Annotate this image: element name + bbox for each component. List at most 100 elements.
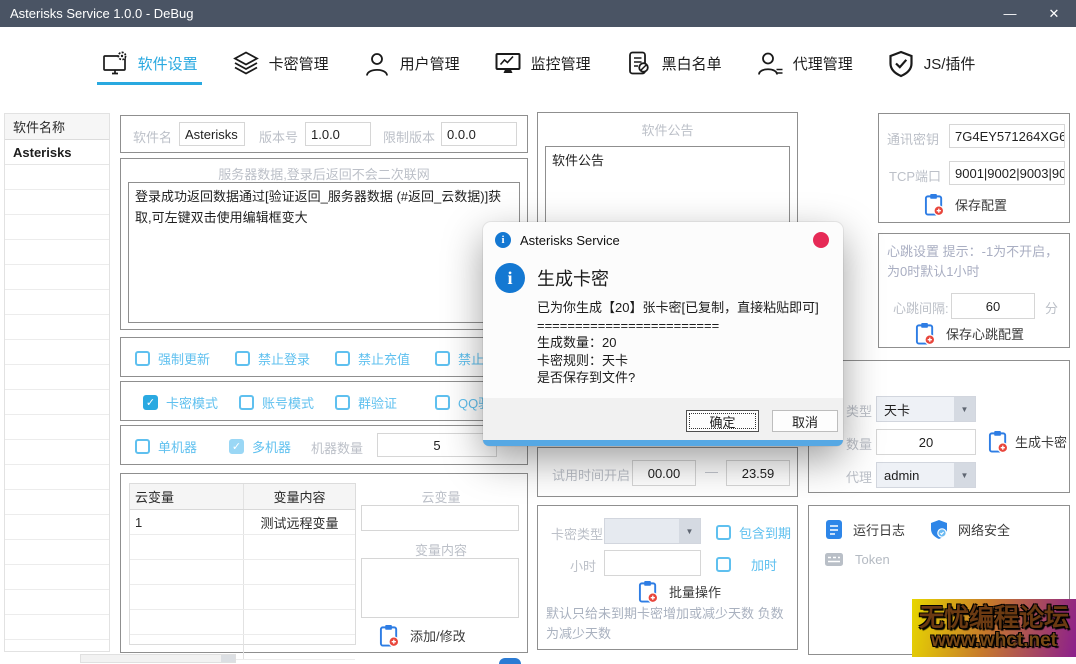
checkbox-forbid-login[interactable]: 禁止登录 [235, 349, 310, 368]
tab-software-settings[interactable]: 软件设置 [99, 34, 200, 94]
add-modify-button[interactable]: 添加/修改 [379, 624, 466, 647]
software-name-input[interactable]: Asterisks [179, 122, 245, 146]
checkbox-single-machine[interactable]: 单机器 [135, 437, 197, 456]
close-button[interactable]: ✕ [1032, 0, 1076, 27]
checkbox-label: 包含到期 [739, 523, 791, 542]
checkbox-box [716, 557, 731, 572]
tab-label: 监控管理 [531, 53, 591, 74]
table-empty-row [130, 560, 355, 585]
generate-agent-value: admin [884, 468, 919, 483]
checkbox-forbid-recharge[interactable]: 禁止充值 [335, 349, 410, 368]
generate-agent-select[interactable]: admin [876, 462, 976, 488]
tab-agent-management[interactable]: 代理管理 [754, 34, 855, 94]
checkbox-force-update[interactable]: 强制更新 [135, 349, 210, 368]
tab-label: JS/插件 [924, 53, 976, 74]
forum-watermark: 无忧编程论坛 www.whct.net [912, 599, 1076, 657]
software-list-header: 软件名称 [5, 114, 109, 140]
dialog-line: 已为你生成【20】张卡密[已复制，直接粘贴即可] [537, 299, 819, 317]
server-data-textarea[interactable]: 登录成功返回数据通过[验证返回_服务器数据 (#返回_云数据)]获取,可左键双击… [128, 182, 520, 323]
table-empty-row [130, 535, 355, 560]
checkbox-label: 禁止充值 [358, 349, 410, 368]
shield-check-icon [887, 50, 915, 78]
checkbox-box [135, 439, 150, 454]
server-data-panel: 服务器数据,登录后返回不会二次联网 登录成功返回数据通过[验证返回_服务器数据 … [120, 158, 528, 330]
scrollbar-thumb[interactable] [221, 655, 235, 662]
network-security-button[interactable]: 网络安全 [929, 519, 1010, 540]
chevron-down-icon [679, 519, 700, 543]
horizontal-scrollbar[interactable] [80, 654, 236, 663]
info-icon-large: i [495, 263, 525, 293]
checkbox-label: 账号模式 [262, 393, 314, 412]
checkbox-account-mode[interactable]: 账号模式 [239, 393, 314, 412]
document-icon [824, 519, 844, 540]
hour-input[interactable] [604, 550, 701, 576]
heartbeat-interval-input[interactable]: 60 [951, 293, 1035, 319]
checkbox-add-time[interactable]: 加时 [716, 555, 777, 574]
dialog-heading: 生成卡密 [537, 265, 609, 291]
comm-key-input[interactable]: 7G4EY571264XG6F [949, 124, 1065, 148]
cloud-var-content-textarea[interactable] [361, 558, 519, 618]
chevron-down-icon [954, 463, 975, 487]
batch-operation-button[interactable]: 批量操作 [638, 580, 721, 603]
checkbox-box [235, 351, 250, 366]
version-input[interactable]: 1.0.0 [305, 122, 371, 146]
column-header: 变量内容 [244, 484, 355, 509]
red-dot-icon[interactable] [813, 232, 829, 248]
network-security-label: 网络安全 [958, 520, 1010, 539]
dialog-line: 是否保存到文件? [537, 369, 819, 387]
checkbox-group-verify[interactable]: 群验证 [335, 393, 397, 412]
clipboard-add-icon [988, 430, 1009, 453]
dialog-cancel-button[interactable]: 取消 [772, 410, 838, 432]
trial-start-input[interactable]: 00.00 [632, 460, 696, 486]
software-list-empty-rows [5, 165, 109, 651]
tab-label: 代理管理 [793, 53, 853, 74]
info-icon: i [495, 232, 511, 248]
table-empty-row [130, 585, 355, 610]
dialog-line: ======================== [537, 317, 819, 335]
machine-count-input[interactable]: 5 [377, 433, 497, 457]
trial-end-input[interactable]: 23.59 [726, 460, 790, 486]
monitor-chart-icon [494, 50, 522, 78]
save-config-button[interactable]: 保存配置 [924, 193, 1007, 216]
tab-blacklist-whitelist[interactable]: 黑白名单 [623, 34, 724, 94]
table-row[interactable]: 1 测试远程变量 [130, 510, 355, 535]
generate-keys-button[interactable]: 生成卡密 [988, 430, 1067, 453]
dialog-footer: 确定 取消 [483, 398, 843, 440]
run-log-button[interactable]: 运行日志 [824, 519, 905, 540]
dialog-bottom-strip [483, 440, 843, 446]
tab-monitor-management[interactable]: 监控管理 [492, 34, 593, 94]
layers-icon [232, 50, 260, 78]
checkbox-include-expired[interactable]: 包含到期 [716, 523, 791, 542]
checkbox-card-key-mode[interactable]: 卡密模式 [143, 393, 218, 412]
app-window: Asterisks Service 1.0.0 - DeBug — ✕ 软件设置 [0, 0, 1076, 664]
generate-agent-label: 代理 [846, 467, 872, 486]
cloud-var-name-input[interactable] [361, 505, 519, 531]
cloud-var-form-label: 云变量 [361, 487, 521, 506]
trial-time-label: 试用时间开启 [552, 465, 630, 484]
tab-js-plugin[interactable]: JS/插件 [885, 34, 978, 94]
batch-operation-label: 批量操作 [669, 582, 721, 601]
window-title: Asterisks Service 1.0.0 - DeBug [10, 6, 194, 21]
token-label: Token [855, 552, 890, 567]
generate-type-label: 类型 [846, 401, 872, 420]
dialog-ok-button[interactable]: 确定 [686, 410, 759, 432]
dialog-body: 已为你生成【20】张卡密[已复制，直接粘贴即可] ===============… [537, 299, 819, 387]
checkbox-label: 卡密模式 [166, 393, 218, 412]
token-button[interactable]: Token [824, 551, 890, 568]
card-type-select[interactable] [604, 518, 701, 544]
generate-type-select[interactable]: 天卡 [876, 396, 976, 422]
tcp-port-input[interactable]: 9001|9002|9003|900 [949, 161, 1065, 185]
user-icon [363, 50, 391, 78]
save-heartbeat-button[interactable]: 保存心跳配置 [915, 322, 1024, 345]
dialog-line: 卡密规则：天卡 [537, 352, 819, 370]
checkbox-multi-machine[interactable]: 多机器 [229, 437, 291, 456]
sidebar-item-asterisks[interactable]: Asterisks [5, 140, 109, 165]
checkbox-box [716, 525, 731, 540]
tab-user-management[interactable]: 用户管理 [361, 34, 462, 94]
server-data-title: 服务器数据,登录后返回不会二次联网 [121, 164, 527, 183]
generate-count-input[interactable]: 20 [876, 429, 976, 455]
batch-panel: 卡密类型 包含到期 小时 加时 批量操作 默认只给 [537, 505, 798, 650]
limit-version-input[interactable]: 0.0.0 [441, 122, 517, 146]
tab-card-key-management[interactable]: 卡密管理 [230, 34, 331, 94]
minimize-button[interactable]: — [988, 0, 1032, 27]
